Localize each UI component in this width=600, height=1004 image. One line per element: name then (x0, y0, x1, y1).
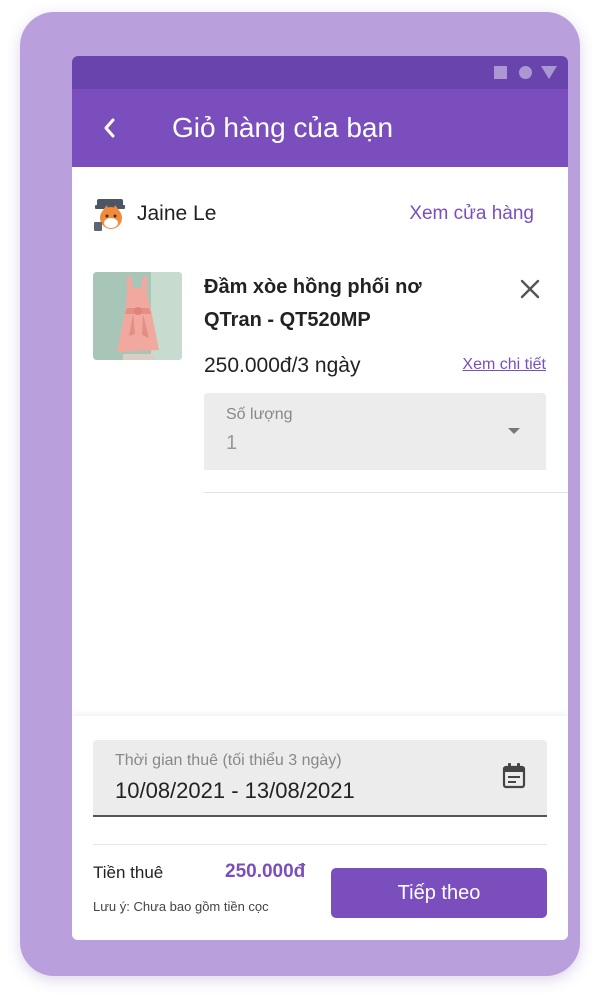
shop-name: Jaine Le (137, 202, 217, 225)
app-screen: Giỏ hàng của bạn Jaine Le Xem cửa hàng Đ… (72, 56, 568, 940)
product-price: 250.000đ/3 ngày (204, 354, 361, 377)
quantity-label: Số lượng (226, 406, 293, 423)
calendar-icon[interactable] (501, 762, 527, 790)
close-icon[interactable] (519, 278, 541, 300)
panel-divider (93, 844, 547, 845)
page-title: Giỏ hàng của bạn (172, 112, 394, 143)
product-name: Đầm xòe hồng phối nơ QTran - QT520MP (204, 271, 494, 337)
product-name-line-2: QTran - QT520MP (204, 309, 371, 331)
product-thumbnail[interactable] (93, 272, 182, 360)
rental-period-value: 10/08/2021 - 13/08/2021 (115, 778, 355, 803)
deposit-note: Lưu ý: Chưa bao gồm tiền cọc (93, 899, 269, 914)
rental-period-label: Thời gian thuê (tối thiểu 3 ngày) (115, 752, 342, 769)
home-circle-icon (519, 66, 532, 79)
status-bar (72, 56, 568, 89)
quantity-select[interactable]: Số lượng 1 (204, 393, 546, 470)
shop-row: Jaine Le Xem cửa hàng (92, 196, 548, 232)
rental-fee-value: 250.000đ (225, 861, 306, 882)
item-divider (204, 492, 568, 493)
product-name-line-1: Đầm xòe hồng phối nơ (204, 276, 422, 298)
quantity-value: 1 (226, 432, 238, 454)
dress-image (93, 272, 182, 360)
rental-fee-label: Tiền thuê (93, 863, 164, 882)
checkout-panel: Thời gian thuê (tối thiểu 3 ngày) 10/08/… (72, 716, 568, 940)
shop-avatar-icon[interactable] (92, 196, 128, 232)
stop-icon (494, 66, 507, 79)
device-frame: Giỏ hàng của bạn Jaine Le Xem cửa hàng Đ… (20, 12, 580, 976)
app-bar: Giỏ hàng của bạn (72, 89, 568, 167)
back-triangle-icon (541, 66, 557, 79)
dropdown-caret-icon (508, 428, 520, 434)
back-icon[interactable] (98, 113, 120, 143)
view-detail-link[interactable]: Xem chi tiết (462, 356, 546, 374)
next-button[interactable]: Tiếp theo (331, 868, 547, 918)
rental-period-field[interactable]: Thời gian thuê (tối thiểu 3 ngày) 10/08/… (93, 740, 547, 817)
view-shop-link[interactable]: Xem cửa hàng (409, 200, 534, 228)
